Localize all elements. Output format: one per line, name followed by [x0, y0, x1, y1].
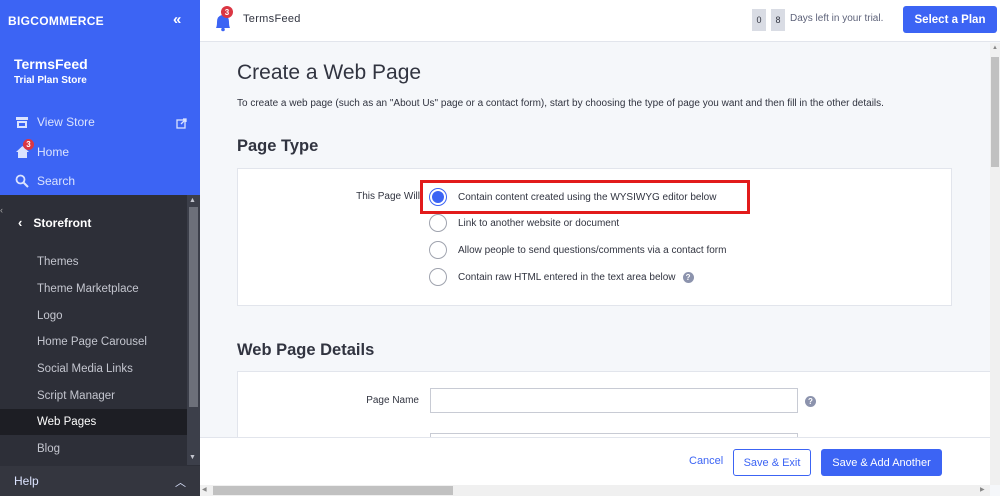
sidebar-item-web-pages[interactable]: Web Pages [0, 409, 187, 435]
web-page-details-heading: Web Page Details [237, 341, 375, 359]
main-scroll-thumb[interactable] [991, 57, 999, 167]
scroll-up-icon[interactable]: ▲ [992, 45, 998, 51]
radio-label: Link to another website or document [458, 217, 620, 229]
sidebar-item-script-manager[interactable]: Script Manager [0, 383, 187, 409]
radio-button[interactable] [429, 268, 447, 286]
page-title: Create a Web Page [237, 61, 422, 84]
horizontal-scroll-thumb[interactable] [213, 486, 453, 495]
collapse-sidebar-icon[interactable]: « [173, 11, 181, 28]
storefront-label: Storefront [33, 215, 92, 230]
days-digit: 0 [752, 9, 766, 31]
radio-label: Allow people to send questions/comments … [458, 244, 727, 256]
main-content: Create a Web Page To create a web page (… [200, 43, 990, 485]
scroll-down-icon[interactable]: ▼ [189, 454, 196, 461]
sidebar-item-themes[interactable]: Themes [0, 249, 187, 275]
main-vertical-scrollbar[interactable]: ▲ [990, 43, 1000, 485]
store-plan: Trial Plan Store [14, 75, 87, 86]
page-name-input[interactable] [430, 388, 798, 413]
page-type-label: This Page Will [356, 191, 420, 202]
cancel-link[interactable]: Cancel [689, 455, 723, 467]
sidebar-item-social-media-links[interactable]: Social Media Links [0, 356, 187, 382]
edge-arrow-icon: ‹ [0, 205, 3, 215]
storefront-icon [14, 114, 30, 130]
external-link-icon[interactable] [176, 116, 187, 134]
radio-label: Contain raw HTML entered in the text are… [458, 271, 676, 283]
sidebar: BIGCOMMERCE « TermsFeed Trial Plan Store… [0, 0, 200, 496]
bigcommerce-logo: BIGCOMMERCE [8, 14, 104, 28]
save-add-another-button[interactable]: Save & Add Another [821, 449, 942, 476]
store-name: TermsFeed [14, 56, 88, 72]
days-digit: 8 [771, 9, 785, 31]
notification-bell-icon[interactable]: 3 [212, 6, 234, 37]
action-bar: Cancel Save & Exit Save & Add Another [200, 437, 990, 485]
radio-button[interactable] [429, 241, 447, 259]
sidebar-link-home[interactable]: 3 Home [14, 139, 70, 161]
radio-option-link[interactable]: Link to another website or document [429, 213, 619, 233]
radio-option-contact-form[interactable]: Allow people to send questions/comments … [429, 240, 726, 260]
top-bar: 3 TermsFeed 0 8 Days left in your trial.… [200, 0, 1000, 42]
sidebar-link-search[interactable]: Search [14, 172, 75, 190]
sidebar-link-view-store[interactable]: View Store [14, 113, 95, 131]
help-label: Help [14, 474, 39, 488]
notification-badge: 3 [221, 6, 233, 18]
trial-text: Days left in your trial. [790, 13, 884, 24]
home-badge: 3 [23, 139, 34, 150]
help-icon[interactable]: ? [682, 271, 694, 283]
scroll-left-icon[interactable]: ◀ [202, 486, 207, 493]
help-menu[interactable]: Help ︿ [0, 466, 200, 496]
home-label: Home [37, 145, 70, 159]
home-icon: 3 [14, 139, 34, 160]
page-name-label: Page Name [366, 395, 419, 406]
sidebar-item-logo[interactable]: Logo [0, 303, 187, 329]
radio-option-raw-html[interactable]: Contain raw HTML entered in the text are… [429, 267, 694, 287]
sidebar-item-home-page-carousel[interactable]: Home Page Carousel [0, 329, 187, 355]
page-description: To create a web page (such as an "About … [237, 98, 884, 109]
page-type-heading: Page Type [237, 137, 319, 155]
chevron-up-icon: ︿ [175, 477, 186, 489]
view-store-label: View Store [37, 115, 95, 129]
search-icon [14, 173, 30, 189]
sidebar-item-blog[interactable]: Blog [0, 436, 187, 462]
chevron-left-icon: ‹ [18, 215, 23, 230]
storefront-section-back[interactable]: ‹ Storefront [18, 215, 91, 230]
scroll-right-icon[interactable]: ▶ [980, 486, 985, 493]
main-horizontal-scrollbar[interactable]: ◀ ▶ [200, 485, 990, 496]
sidebar-scrollbar[interactable]: ▲ ▼ [187, 195, 200, 465]
sidebar-item-theme-marketplace[interactable]: Theme Marketplace [0, 276, 187, 302]
save-exit-button[interactable]: Save & Exit [733, 449, 811, 476]
sidebar-scroll-thumb[interactable] [189, 207, 198, 407]
scroll-up-icon[interactable]: ▲ [189, 197, 196, 204]
select-plan-button[interactable]: Select a Plan [903, 6, 997, 33]
store-title: TermsFeed [243, 13, 301, 25]
help-icon[interactable]: ? [805, 396, 816, 407]
search-label: Search [37, 174, 76, 188]
sidebar-header: BIGCOMMERCE « TermsFeed Trial Plan Store… [0, 0, 200, 195]
radio-button[interactable] [429, 214, 447, 232]
highlight-box [420, 180, 750, 214]
